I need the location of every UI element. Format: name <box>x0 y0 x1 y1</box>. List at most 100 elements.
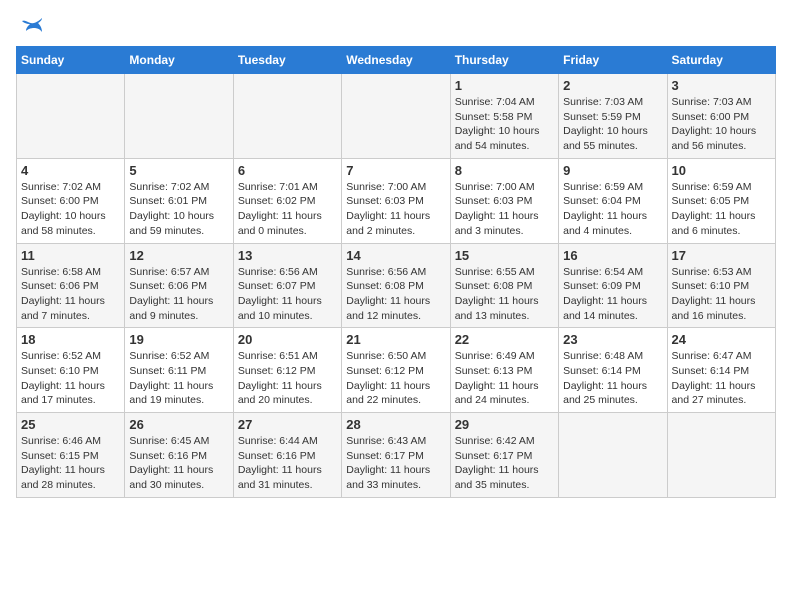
day-number: 20 <box>238 332 337 347</box>
calendar-cell: 26 Sunrise: 6:45 AM Sunset: 6:16 PM Dayli… <box>125 413 233 498</box>
day-info: Sunrise: 7:01 AM Sunset: 6:02 PM Dayligh… <box>238 180 337 239</box>
calendar-cell <box>559 413 667 498</box>
day-info: Sunrise: 7:02 AM Sunset: 6:01 PM Dayligh… <box>129 180 228 239</box>
calendar-cell: 9 Sunrise: 6:59 AM Sunset: 6:04 PM Daylig… <box>559 158 667 243</box>
day-info: Sunrise: 6:46 AM Sunset: 6:15 PM Dayligh… <box>21 434 120 493</box>
weekday-header-tuesday: Tuesday <box>233 47 341 74</box>
weekday-header-sunday: Sunday <box>17 47 125 74</box>
day-info: Sunrise: 7:04 AM Sunset: 5:58 PM Dayligh… <box>455 95 554 154</box>
day-number: 11 <box>21 248 120 263</box>
calendar-cell: 19Sunrise: 6:52 AM Sunset: 6:11 PM Dayli… <box>125 328 233 413</box>
logo <box>16 16 44 36</box>
calendar-cell: 27Sunrise: 6:44 AM Sunset: 6:16 PM Dayli… <box>233 413 341 498</box>
day-info: Sunrise: 6:52 AM Sunset: 6:10 PM Dayligh… <box>21 349 120 408</box>
day-info: Sunrise: 6:50 AM Sunset: 6:12 PM Dayligh… <box>346 349 445 408</box>
calendar-cell: 25 Sunrise: 6:46 AM Sunset: 6:15 PM Dayli… <box>17 413 125 498</box>
calendar-cell <box>17 74 125 159</box>
day-info: Sunrise: 6:54 AM Sunset: 6:09 PM Dayligh… <box>563 265 662 324</box>
day-number: 13 <box>238 248 337 263</box>
day-info: Sunrise: 6:56 AM Sunset: 6:07 PM Dayligh… <box>238 265 337 324</box>
calendar-cell: 13 Sunrise: 6:56 AM Sunset: 6:07 PM Dayli… <box>233 243 341 328</box>
calendar-cell <box>667 413 775 498</box>
calendar-cell: 10 Sunrise: 6:59 AM Sunset: 6:05 PM Dayli… <box>667 158 775 243</box>
calendar-cell: 11 Sunrise: 6:58 AM Sunset: 6:06 PM Dayli… <box>17 243 125 328</box>
day-info: Sunrise: 6:45 AM Sunset: 6:16 PM Dayligh… <box>129 434 228 493</box>
day-info: Sunrise: 7:03 AM Sunset: 5:59 PM Dayligh… <box>563 95 662 154</box>
day-info: Sunrise: 7:00 AM Sunset: 6:03 PM Dayligh… <box>346 180 445 239</box>
calendar-cell <box>233 74 341 159</box>
day-number: 6 <box>238 163 337 178</box>
weekday-header-saturday: Saturday <box>667 47 775 74</box>
day-info: Sunrise: 6:51 AM Sunset: 6:12 PM Dayligh… <box>238 349 337 408</box>
day-info: Sunrise: 7:02 AM Sunset: 6:00 PM Dayligh… <box>21 180 120 239</box>
day-number: 16 <box>563 248 662 263</box>
calendar-cell: 18 Sunrise: 6:52 AM Sunset: 6:10 PM Dayli… <box>17 328 125 413</box>
day-number: 2 <box>563 78 662 93</box>
calendar-cell: 21 Sunrise: 6:50 AM Sunset: 6:12 PM Dayli… <box>342 328 450 413</box>
day-info: Sunrise: 6:59 AM Sunset: 6:04 PM Dayligh… <box>563 180 662 239</box>
day-number: 7 <box>346 163 445 178</box>
day-number: 28 <box>346 417 445 432</box>
calendar-cell: 6 Sunrise: 7:01 AM Sunset: 6:02 PM Daylig… <box>233 158 341 243</box>
day-number: 12 <box>129 248 228 263</box>
weekday-header-monday: Monday <box>125 47 233 74</box>
day-info: Sunrise: 6:42 AM Sunset: 6:17 PM Dayligh… <box>455 434 554 493</box>
day-number: 26 <box>129 417 228 432</box>
day-number: 15 <box>455 248 554 263</box>
day-info: Sunrise: 7:03 AM Sunset: 6:00 PM Dayligh… <box>672 95 771 154</box>
day-number: 5 <box>129 163 228 178</box>
day-number: 29 <box>455 417 554 432</box>
page-header <box>16 16 776 36</box>
calendar-cell: 22Sunrise: 6:49 AM Sunset: 6:13 PM Dayli… <box>450 328 558 413</box>
day-info: Sunrise: 6:53 AM Sunset: 6:10 PM Dayligh… <box>672 265 771 324</box>
day-info: Sunrise: 6:48 AM Sunset: 6:14 PM Dayligh… <box>563 349 662 408</box>
day-number: 8 <box>455 163 554 178</box>
day-info: Sunrise: 6:47 AM Sunset: 6:14 PM Dayligh… <box>672 349 771 408</box>
day-number: 9 <box>563 163 662 178</box>
day-info: Sunrise: 6:43 AM Sunset: 6:17 PM Dayligh… <box>346 434 445 493</box>
logo-bird-icon <box>20 16 44 36</box>
day-info: Sunrise: 7:00 AM Sunset: 6:03 PM Dayligh… <box>455 180 554 239</box>
day-number: 4 <box>21 163 120 178</box>
day-number: 25 <box>21 417 120 432</box>
day-number: 27 <box>238 417 337 432</box>
day-number: 17 <box>672 248 771 263</box>
calendar-cell <box>342 74 450 159</box>
day-number: 10 <box>672 163 771 178</box>
calendar-cell <box>125 74 233 159</box>
weekday-header-friday: Friday <box>559 47 667 74</box>
day-info: Sunrise: 6:59 AM Sunset: 6:05 PM Dayligh… <box>672 180 771 239</box>
calendar-cell: 2 Sunrise: 7:03 AM Sunset: 5:59 PM Daylig… <box>559 74 667 159</box>
day-number: 1 <box>455 78 554 93</box>
calendar-cell: 16 Sunrise: 6:54 AM Sunset: 6:09 PM Dayli… <box>559 243 667 328</box>
day-number: 23 <box>563 332 662 347</box>
calendar-cell: 1 Sunrise: 7:04 AM Sunset: 5:58 PM Daylig… <box>450 74 558 159</box>
day-info: Sunrise: 6:56 AM Sunset: 6:08 PM Dayligh… <box>346 265 445 324</box>
calendar-cell: 24 Sunrise: 6:47 AM Sunset: 6:14 PM Dayli… <box>667 328 775 413</box>
calendar-cell: 7 Sunrise: 7:00 AM Sunset: 6:03 PM Daylig… <box>342 158 450 243</box>
weekday-header-wednesday: Wednesday <box>342 47 450 74</box>
day-info: Sunrise: 6:57 AM Sunset: 6:06 PM Dayligh… <box>129 265 228 324</box>
calendar-table: SundayMondayTuesdayWednesdayThursdayFrid… <box>16 46 776 498</box>
calendar-cell: 5 Sunrise: 7:02 AM Sunset: 6:01 PM Daylig… <box>125 158 233 243</box>
calendar-cell: 23 Sunrise: 6:48 AM Sunset: 6:14 PM Dayli… <box>559 328 667 413</box>
weekday-header-thursday: Thursday <box>450 47 558 74</box>
day-number: 3 <box>672 78 771 93</box>
calendar-cell: 12 Sunrise: 6:57 AM Sunset: 6:06 PM Dayli… <box>125 243 233 328</box>
day-number: 19 <box>129 332 228 347</box>
day-info: Sunrise: 6:49 AM Sunset: 6:13 PM Dayligh… <box>455 349 554 408</box>
day-info: Sunrise: 6:58 AM Sunset: 6:06 PM Dayligh… <box>21 265 120 324</box>
calendar-cell: 8 Sunrise: 7:00 AM Sunset: 6:03 PM Daylig… <box>450 158 558 243</box>
calendar-cell: 15 Sunrise: 6:55 AM Sunset: 6:08 PM Dayli… <box>450 243 558 328</box>
calendar-cell: 17 Sunrise: 6:53 AM Sunset: 6:10 PM Dayli… <box>667 243 775 328</box>
day-number: 21 <box>346 332 445 347</box>
calendar-cell: 29 Sunrise: 6:42 AM Sunset: 6:17 PM Dayli… <box>450 413 558 498</box>
calendar-cell: 28 Sunrise: 6:43 AM Sunset: 6:17 PM Dayli… <box>342 413 450 498</box>
day-info: Sunrise: 6:55 AM Sunset: 6:08 PM Dayligh… <box>455 265 554 324</box>
calendar-cell: 20 Sunrise: 6:51 AM Sunset: 6:12 PM Dayli… <box>233 328 341 413</box>
calendar-cell: 3 Sunrise: 7:03 AM Sunset: 6:00 PM Daylig… <box>667 74 775 159</box>
day-number: 18 <box>21 332 120 347</box>
day-number: 14 <box>346 248 445 263</box>
day-number: 24 <box>672 332 771 347</box>
calendar-cell: 4 Sunrise: 7:02 AM Sunset: 6:00 PM Daylig… <box>17 158 125 243</box>
